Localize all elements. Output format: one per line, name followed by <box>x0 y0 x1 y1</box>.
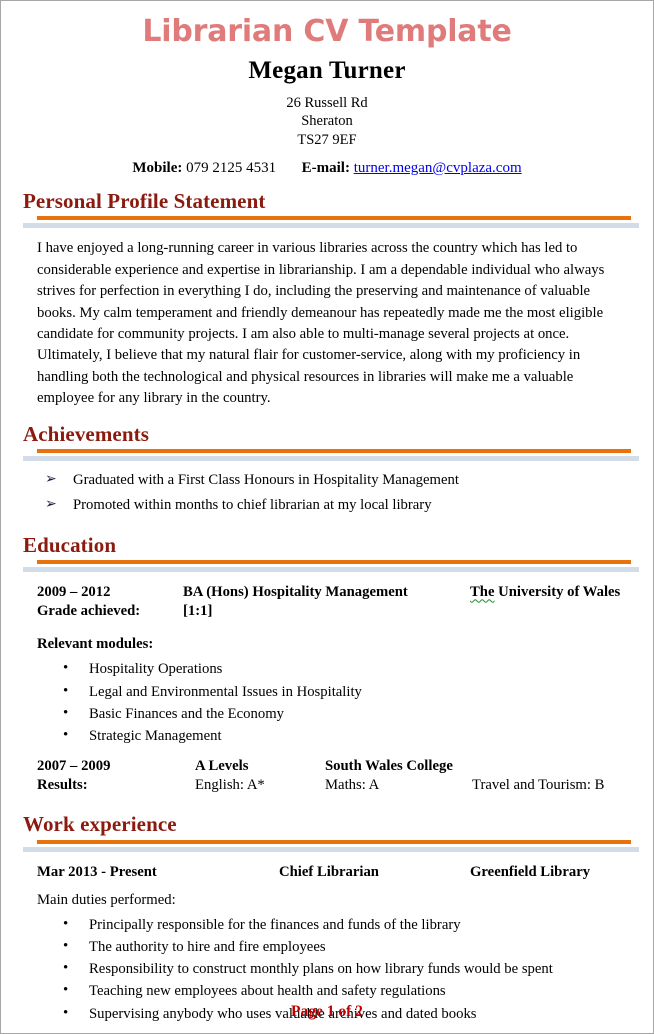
list-item: Hospitality Operations <box>63 658 639 681</box>
section-heading-work: Work experience <box>23 812 177 837</box>
email-link[interactable]: turner.megan@cvplaza.com <box>354 160 522 176</box>
page-title: Librarian CV Template <box>142 14 512 49</box>
result-travel: Travel and Tourism: B <box>472 777 605 794</box>
education-qualification: BA (Hons) Hospitality Management <box>183 584 408 601</box>
divider-blue <box>23 223 639 229</box>
list-item: Principally responsible for the finances… <box>63 914 639 937</box>
grade-label: Grade achieved: <box>37 603 141 620</box>
mobile-value: 079 2125 4531 <box>186 160 277 177</box>
relevant-modules-label: Relevant modules: <box>37 636 154 653</box>
address-line-1: 26 Russell Rd <box>286 94 368 111</box>
work-employer: Greenfield Library <box>470 863 591 880</box>
education-dates: 2009 – 2012 <box>37 584 111 601</box>
work-dates: Mar 2013 - Present <box>37 863 157 880</box>
address-line-2: Sheraton <box>301 113 353 130</box>
education-results-row: Results: English: A* Maths: A Travel and… <box>37 777 639 796</box>
cv-page: Librarian CV Template Megan Turner 26 Ru… <box>0 0 654 1034</box>
education-entry-row: 2009 – 2012 BA (Hons) Hospitality Manage… <box>37 584 639 603</box>
section-heading-achievements: Achievements <box>23 421 150 446</box>
achievements-list: Graduated with a First Class Honours in … <box>15 471 639 521</box>
work-entry-row: Mar 2013 - Present Chief Librarian Green… <box>37 864 639 883</box>
divider-blue <box>23 455 639 461</box>
education2-dates: 2007 – 2009 <box>37 758 111 775</box>
result-english: English: A* <box>195 777 265 794</box>
page-footer: Page 1 of 2 <box>291 1003 363 1020</box>
list-item: Responsibility to construct monthly plan… <box>63 958 639 981</box>
candidate-name: Megan Turner <box>248 57 406 84</box>
spellcheck-word: The <box>470 584 495 601</box>
contact-line: Mobile: 079 2125 4531 E-mail: turner.meg… <box>15 160 639 177</box>
list-item: Legal and Environmental Issues in Hospit… <box>63 681 639 704</box>
divider-orange <box>37 448 631 453</box>
grade-value: [1:1] <box>183 603 213 620</box>
education2-qualification: A Levels <box>195 758 249 775</box>
list-item: Strategic Management <box>63 725 639 748</box>
profile-paragraph: I have enjoyed a long-running career in … <box>37 240 605 407</box>
list-item: The authority to hire and fire employees <box>63 936 639 959</box>
education-entry2-row: 2007 – 2009 A Levels South Wales College <box>37 758 639 777</box>
result-maths: Maths: A <box>325 777 380 794</box>
results-label: Results: <box>37 777 88 794</box>
modules-list: Hospitality Operations Legal and Environ… <box>15 658 639 748</box>
education-grade-row: Grade achieved: [1:1] <box>37 603 639 622</box>
list-item: Teaching new employees about health and … <box>63 980 639 1003</box>
divider-orange <box>37 839 631 844</box>
mobile-label: Mobile: <box>132 160 183 177</box>
list-item: Promoted within months to chief libraria… <box>45 496 639 521</box>
divider-orange <box>37 216 631 221</box>
section-heading-education: Education <box>23 533 117 558</box>
address-line-3: TS27 9EF <box>297 132 357 149</box>
education2-institution: South Wales College <box>325 758 453 775</box>
work-role: Chief Librarian <box>279 863 379 880</box>
section-heading-profile: Personal Profile Statement <box>23 189 266 214</box>
cv-content: Librarian CV Template Megan Turner 26 Ru… <box>1 17 653 1026</box>
main-duties-label: Main duties performed: <box>37 891 176 908</box>
list-item: Basic Finances and the Economy <box>63 703 639 726</box>
institution-rest: University of Wales <box>494 584 621 601</box>
email-label: E-mail: <box>301 160 350 177</box>
divider-orange <box>37 560 631 565</box>
list-item: Graduated with a First Class Honours in … <box>45 471 639 496</box>
address-block: 26 Russell Rd Sheraton TS27 9EF <box>15 94 639 151</box>
education-institution: The University of Wales <box>470 584 620 601</box>
